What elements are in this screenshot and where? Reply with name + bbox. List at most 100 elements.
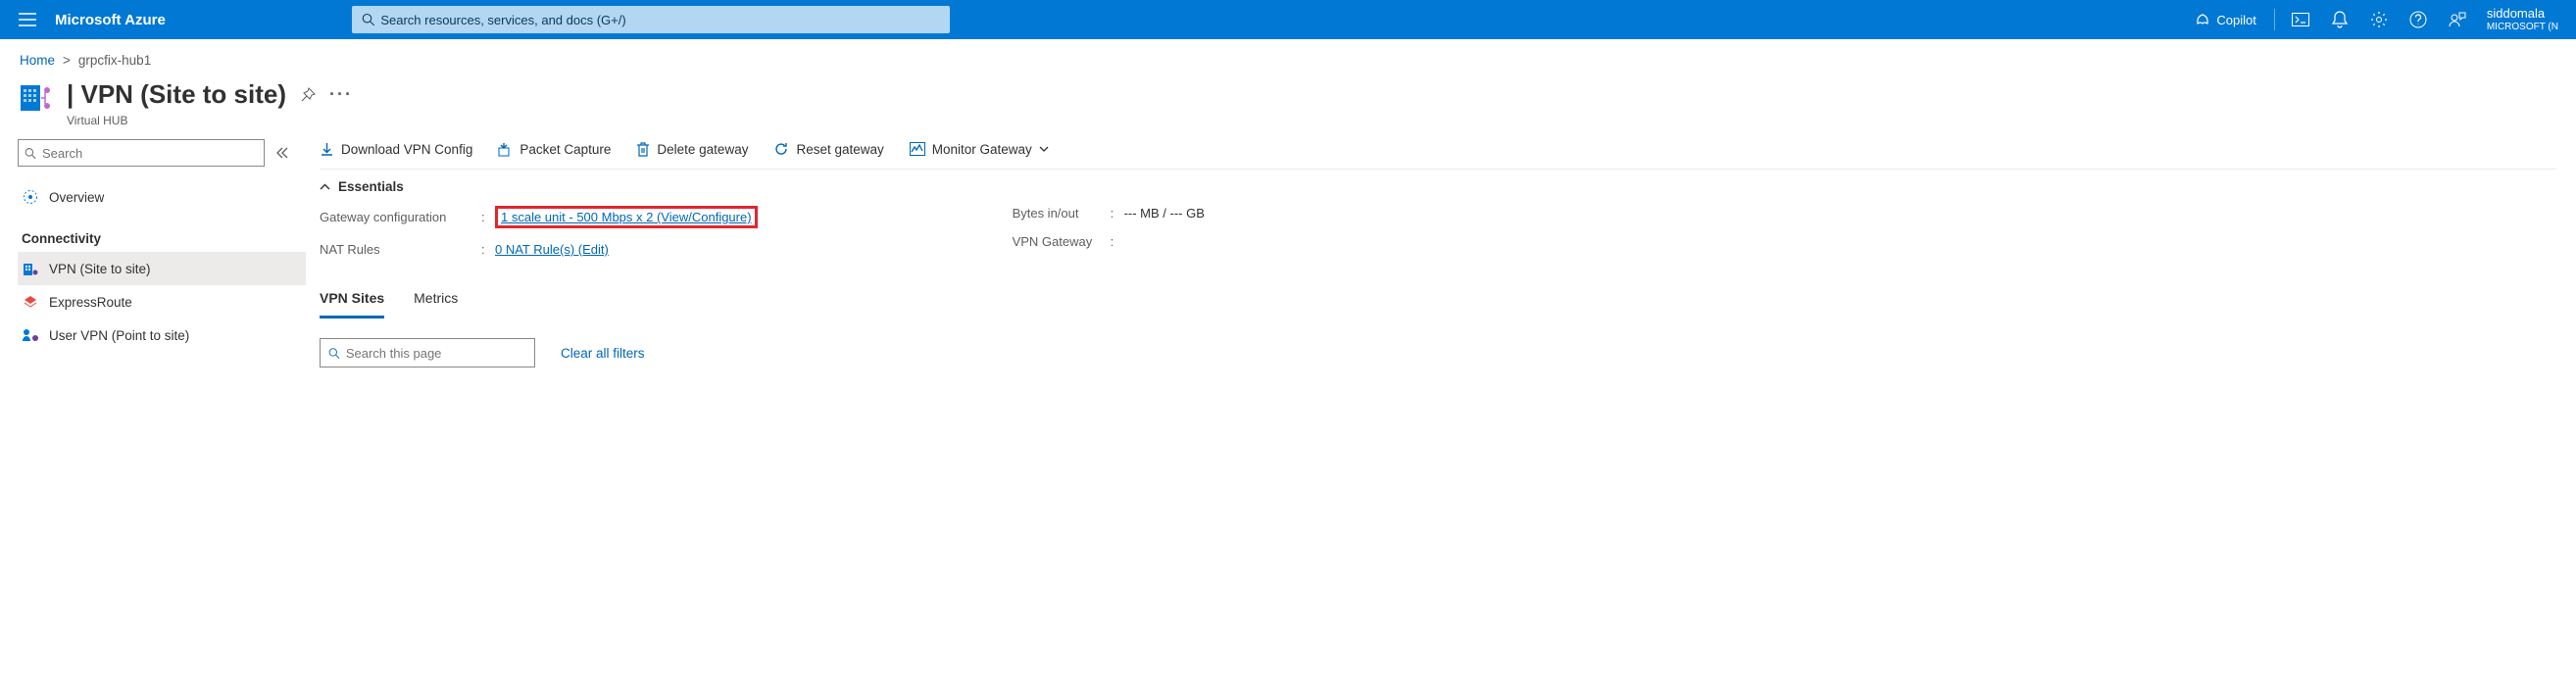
breadcrumb: Home > grpcfix-hub1 <box>0 39 2576 75</box>
azure-logo[interactable]: Microsoft Azure <box>55 12 166 28</box>
breadcrumb-current: grpcfix-hub1 <box>78 53 151 68</box>
download-icon <box>320 142 334 157</box>
essentials-content: Gateway configuration : 1 scale unit - 5… <box>320 206 2556 257</box>
sidebar-item-label: Overview <box>49 190 104 205</box>
reset-gateway-button[interactable]: Reset gateway <box>773 141 883 157</box>
packet-capture-button[interactable]: Packet Capture <box>498 142 611 157</box>
clear-filters-link[interactable]: Clear all filters <box>561 346 645 361</box>
user-vpn-icon <box>22 326 39 344</box>
sidebar-item-label: ExpressRoute <box>49 295 132 310</box>
copilot-button[interactable]: Copilot <box>2183 0 2267 39</box>
command-bar: Download VPN Config Packet Capture Delet… <box>320 135 2556 170</box>
bell-icon <box>2332 11 2348 28</box>
essentials-toggle[interactable]: Essentials <box>320 170 2556 206</box>
search-icon <box>328 347 340 360</box>
sidebar-search-input[interactable] <box>42 146 258 161</box>
expressroute-icon <box>22 293 39 311</box>
sidebar-section-label: Connectivity <box>22 231 101 246</box>
cmd-label: Monitor Gateway <box>932 142 1032 157</box>
building-icon <box>22 260 39 277</box>
chevron-up-icon <box>320 183 330 190</box>
tab-metrics[interactable]: Metrics <box>414 284 458 318</box>
cloud-shell-button[interactable] <box>2281 0 2320 39</box>
colon: : <box>481 242 495 257</box>
colon: : <box>1111 234 1124 249</box>
tab-vpn-sites[interactable]: VPN Sites <box>320 284 384 318</box>
cloud-shell-icon <box>2292 13 2309 26</box>
page-search[interactable] <box>320 338 535 368</box>
monitor-gateway-button[interactable]: Monitor Gateway <box>910 142 1049 157</box>
breadcrumb-home[interactable]: Home <box>20 53 55 68</box>
search-icon <box>362 13 375 26</box>
collapse-sidebar[interactable] <box>272 139 292 167</box>
chevron-double-left-icon <box>275 146 289 160</box>
resource-type: Virtual HUB <box>20 114 2556 127</box>
ess-label: NAT Rules <box>320 242 481 257</box>
sidebar-item-label: User VPN (Point to site) <box>49 328 189 343</box>
essentials-row-vpn-gateway: VPN Gateway : <box>1013 234 1205 249</box>
header-text-block: | VPN (Site to site) ··· Virtual HUB <box>67 79 2556 127</box>
hamburger-menu[interactable] <box>8 0 47 39</box>
help-button[interactable] <box>2399 0 2438 39</box>
page-header: | VPN (Site to site) ··· Virtual HUB <box>0 75 2576 133</box>
colon: : <box>481 210 495 224</box>
global-search[interactable] <box>352 6 950 33</box>
title-prefix: | <box>67 79 81 109</box>
refresh-icon <box>773 141 789 157</box>
overview-icon <box>22 188 39 206</box>
help-icon <box>2409 11 2427 28</box>
sidebar-item-user-vpn[interactable]: User VPN (Point to site) <box>18 318 306 352</box>
sidebar-item-overview[interactable]: Overview <box>18 180 306 214</box>
chevron-down-icon <box>1039 146 1049 152</box>
notifications-button[interactable] <box>2320 0 2359 39</box>
packet-capture-icon <box>498 142 513 157</box>
essentials-row-bytes: Bytes in/out : --- MB / --- GB <box>1013 206 1205 220</box>
user-account[interactable]: siddomala MICROSOFT (N <box>2477 6 2568 33</box>
virtual-hub-icon <box>20 81 53 115</box>
pin-icon[interactable] <box>300 87 316 103</box>
sidebar-item-vpn-s2s[interactable]: VPN (Site to site) <box>18 252 306 285</box>
cmd-label: Delete gateway <box>657 142 748 157</box>
page-title-row: | VPN (Site to site) ··· <box>67 79 2556 110</box>
cmd-label: Download VPN Config <box>341 142 472 157</box>
ess-label: Bytes in/out <box>1013 206 1111 220</box>
sidebar-item-expressroute[interactable]: ExpressRoute <box>18 285 306 318</box>
nat-rules-link[interactable]: 0 NAT Rule(s) (Edit) <box>495 242 609 257</box>
search-icon <box>25 147 36 160</box>
breadcrumb-separator: > <box>63 53 71 68</box>
sidebar-search[interactable] <box>18 139 265 167</box>
global-search-input[interactable] <box>380 13 939 27</box>
gateway-config-link[interactable]: 1 scale unit - 500 Mbps x 2 (View/Config… <box>501 210 752 224</box>
essentials-right-col: Bytes in/out : --- MB / --- GB VPN Gatew… <box>1013 206 1205 257</box>
title-main: VPN (Site to site) <box>81 79 286 109</box>
ess-value: 0 NAT Rule(s) (Edit) <box>495 242 609 257</box>
filter-bar: Clear all filters <box>320 338 2556 368</box>
download-vpn-config-button[interactable]: Download VPN Config <box>320 142 472 157</box>
settings-button[interactable] <box>2359 0 2399 39</box>
delete-gateway-button[interactable]: Delete gateway <box>636 142 748 157</box>
page-search-input[interactable] <box>346 346 526 361</box>
essentials-label: Essentials <box>338 179 404 194</box>
cmd-label: Reset gateway <box>796 142 883 157</box>
resource-icon <box>20 81 53 115</box>
left-nav: Overview Connectivity VPN (Site to site)… <box>0 133 306 368</box>
user-name: siddomala <box>2487 6 2558 22</box>
ess-value: 1 scale unit - 500 Mbps x 2 (View/Config… <box>495 206 758 228</box>
ess-value: --- MB / --- GB <box>1124 206 1205 220</box>
hamburger-icon <box>19 13 36 26</box>
more-actions[interactable]: ··· <box>329 84 353 105</box>
sidebar-search-row <box>18 139 306 167</box>
content-area: Overview Connectivity VPN (Site to site)… <box>0 133 2576 368</box>
essentials-row-gateway-config: Gateway configuration : 1 scale unit - 5… <box>320 206 758 228</box>
essentials-row-nat-rules: NAT Rules : 0 NAT Rule(s) (Edit) <box>320 242 758 257</box>
cmd-label: Packet Capture <box>520 142 611 157</box>
feedback-button[interactable] <box>2438 0 2477 39</box>
gear-icon <box>2370 11 2388 28</box>
person-feedback-icon <box>2449 11 2466 28</box>
ess-label: Gateway configuration <box>320 210 481 224</box>
trash-icon <box>636 142 650 157</box>
tab-bar: VPN Sites Metrics <box>320 284 2556 318</box>
monitor-icon <box>910 142 925 156</box>
sidebar-item-label: VPN (Site to site) <box>49 262 151 276</box>
user-org: MICROSOFT (N <box>2487 22 2558 33</box>
